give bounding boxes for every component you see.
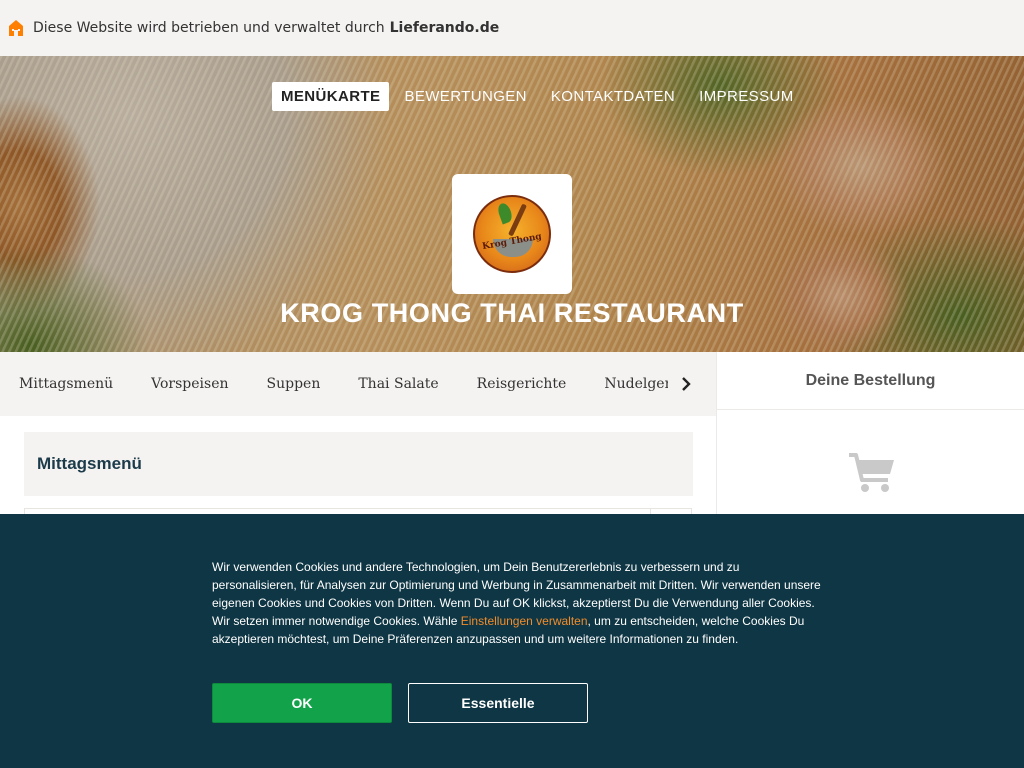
category-list: Mittagsmenü Vorspeisen Suppen Thai Salat… [0, 376, 668, 392]
main-nav: MENÜKARTE BEWERTUNGEN KONTAKTDATEN IMPRE… [272, 82, 809, 111]
nav-menu-card[interactable]: MENÜKARTE [272, 82, 390, 111]
logo-emblem: Krog Thong [473, 195, 551, 273]
hero-banner: MENÜKARTE BEWERTUNGEN KONTAKTDATEN IMPRE… [0, 56, 1024, 352]
category-item-vorspeisen[interactable]: Vorspeisen [151, 376, 228, 392]
cookie-banner: Wir verwenden Cookies und andere Technol… [0, 514, 1024, 768]
category-bar: Mittagsmenü Vorspeisen Suppen Thai Salat… [0, 352, 716, 416]
operator-brand[interactable]: Lieferando.de [390, 20, 500, 36]
leaf-icon [495, 201, 515, 225]
category-item-reisgerichte[interactable]: Reisgerichte [477, 376, 567, 392]
chevron-right-icon[interactable] [676, 374, 696, 394]
cookie-settings-link[interactable]: Einstellungen verwalten [461, 614, 588, 628]
operator-bar: Diese Website wird betrieben und verwalt… [0, 0, 1024, 56]
operator-text: Diese Website wird betrieben und verwalt… [33, 20, 385, 36]
nav-imprint[interactable]: IMPRESSUM [690, 82, 802, 111]
restaurant-logo: Krog Thong [452, 174, 572, 294]
nav-reviews[interactable]: BEWERTUNGEN [395, 82, 535, 111]
category-item-mittagsmenu[interactable]: Mittagsmenü [19, 376, 113, 392]
cookie-text: Wir verwenden Cookies und andere Technol… [212, 558, 822, 648]
restaurant-name: KROG THONG THAI RESTAURANT [280, 298, 744, 328]
category-item-nudelgerichte[interactable]: Nudelgericht [604, 376, 668, 392]
basket-title: Deine Bestellung [717, 352, 1024, 410]
nav-contact[interactable]: KONTAKTDATEN [542, 82, 684, 111]
category-item-suppen[interactable]: Suppen [267, 376, 321, 392]
category-item-thai-salate[interactable]: Thai Salate [358, 376, 438, 392]
cart-icon [849, 453, 894, 492]
cookie-essential-button[interactable]: Essentielle [408, 683, 588, 723]
section-title: Mittagsmenü [24, 432, 693, 496]
home-icon [9, 20, 23, 36]
cookie-ok-button[interactable]: OK [212, 683, 392, 723]
